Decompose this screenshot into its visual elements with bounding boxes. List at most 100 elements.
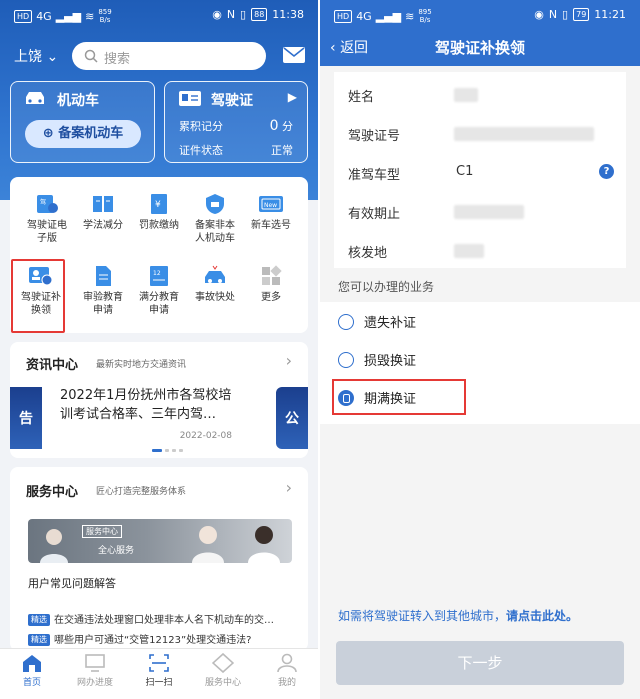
bill-icon: ¥: [151, 194, 167, 214]
headset-person-icon: [40, 529, 68, 563]
chevron-right-icon[interactable]: ›: [286, 351, 292, 370]
service-register-other-vehicle[interactable]: 备案非本 人机动车: [188, 193, 242, 245]
document-icon: [96, 266, 111, 286]
status-time: 11:21: [594, 8, 626, 21]
help-icon[interactable]: ?: [599, 164, 614, 179]
eye-icon: ◉: [212, 8, 222, 21]
status-bar: HD 4G ▂▄▆ ≋ 859 B/s ◉ N ▯ 88 11:38: [0, 0, 318, 30]
chevron-right-icon[interactable]: ›: [286, 478, 292, 497]
search-input[interactable]: 搜索: [72, 42, 266, 70]
news-date: 2022-02-08: [179, 431, 232, 441]
service-full-score-education[interactable]: 12 满分教育 申请: [132, 265, 186, 317]
sim-icon: HD: [14, 9, 33, 23]
score-doc-icon: 12: [150, 266, 168, 286]
search-icon: [84, 49, 98, 63]
info-row-license-number: 驾驶证号: [348, 125, 618, 144]
network-speed: 859 B/s: [98, 8, 112, 24]
home-icon: [23, 655, 41, 672]
bottom-tab-bar: 首页 网办进度 扫一扫 服务中心 我的: [0, 648, 318, 699]
license-info-card: 姓名 驾驶证号 准驾车型 C1? 有效期止 核发地: [334, 72, 626, 268]
transfer-link[interactable]: 请点击此处。: [506, 609, 578, 623]
news-section: 资讯中心 最新实时地方交通资讯 › 告 2022年1月份抚州市各驾校培 训考试合格…: [10, 342, 308, 458]
news-title: 资讯中心: [26, 358, 79, 373]
service-pay-fine[interactable]: ¥ 罚款缴纳: [132, 193, 186, 232]
search-placeholder: 搜索: [104, 52, 131, 67]
service-license-electronic[interactable]: 驾 驾驶证电 子版: [20, 193, 74, 245]
city-selector[interactable]: 上饶 ⌄: [14, 46, 58, 66]
agent-photo-icon: [192, 526, 224, 563]
carousel-dots: [152, 449, 183, 452]
option-damaged-replace[interactable]: 损毁换证: [338, 350, 416, 369]
service-accident[interactable]: 事故快处: [188, 265, 242, 304]
news-headline[interactable]: 2022年1月份抚州市各驾校培 训考试合格率、三年内驾…: [60, 386, 260, 424]
transfer-notice: 如需将驾驶证转入到其他城市，请点击此处。: [338, 609, 579, 623]
network-speed: 895 B/s: [418, 8, 432, 24]
chevron-down-icon: ⌄: [46, 49, 59, 65]
banner-tag: 服务中心: [82, 525, 122, 538]
tab-service-center[interactable]: 服务中心: [198, 653, 248, 688]
new-plate-icon: New: [259, 196, 283, 212]
back-button[interactable]: ‹ 返回: [330, 37, 368, 57]
masked-value: [454, 88, 478, 102]
highlight-frame: [11, 259, 65, 333]
wifi-icon: ≋: [405, 9, 415, 23]
service-center-subtitle: 匠心打造完整服务体系: [96, 487, 187, 497]
tab-home[interactable]: 首页: [7, 653, 57, 688]
nfc-icon: N: [548, 8, 558, 21]
grid-more-icon: [262, 265, 282, 285]
vehicle-card[interactable]: 机动车 ⊕ 备案机动车: [10, 81, 155, 163]
radio-icon: [338, 352, 354, 368]
scan-icon: [149, 654, 169, 672]
tab-me[interactable]: 我的: [262, 653, 312, 688]
banner-text: 全心服务: [98, 546, 135, 556]
book-icon: [93, 196, 113, 212]
tab-scan[interactable]: 扫一扫: [134, 653, 184, 688]
radio-icon: [338, 314, 354, 330]
plus-circle-icon: ⊕: [42, 126, 54, 141]
user-icon: [277, 653, 297, 673]
service-center-title: 服务中心: [26, 485, 79, 500]
eye-icon: ◉: [534, 8, 544, 21]
business-title: 您可以办理的业务: [338, 280, 435, 294]
info-row-expiry: 有效期止: [348, 203, 618, 222]
register-vehicle-button[interactable]: ⊕ 备案机动车: [25, 120, 141, 148]
news-side-image-right: 公: [276, 387, 308, 449]
monitor-icon: [85, 654, 105, 672]
service-more[interactable]: 更多: [244, 265, 298, 304]
license-card-title: 驾驶证: [211, 93, 253, 109]
status-bar: HD 4G ▂▄▆ ≋ 895 B/s ◉ N ▯ 79 11:21: [320, 0, 640, 30]
service-review-education[interactable]: 审验教育 申请: [76, 265, 130, 317]
option-lost-replace[interactable]: 遗失补证: [338, 312, 416, 331]
accident-car-icon: [205, 265, 225, 283]
status-time: 11:38: [272, 8, 304, 21]
signal-label: 4G: [36, 9, 52, 23]
car-icon: [26, 92, 44, 104]
highlight-frame: [332, 379, 466, 415]
tab-progress[interactable]: 网办进度: [70, 653, 120, 688]
info-row-vehicle-class: 准驾车型 C1?: [348, 164, 618, 183]
vehicle-card-title: 机动车: [57, 93, 99, 109]
license-id-icon: 驾: [37, 195, 58, 213]
status-row: 证件状态 正常: [179, 144, 293, 157]
vibrate-icon: ▯: [240, 8, 247, 21]
faq-item[interactable]: 精选 在交通违法处理窗口处理非本人名下机动车的交…: [28, 611, 298, 626]
license-card[interactable]: 驾驶证 ▶ 累积记分 0 分 证件状态 正常: [164, 81, 308, 163]
svg-text:¥: ¥: [155, 200, 161, 210]
service-center-section: 服务中心 匠心打造完整服务体系 › 服务中心 全心服务 用户常见问题解答 精选在…: [10, 467, 308, 651]
masked-value: [454, 244, 484, 258]
license-status-value: 正常: [271, 144, 293, 157]
service-study-reduce[interactable]: 学法减分: [76, 193, 130, 232]
mail-icon[interactable]: [283, 47, 305, 63]
masked-value: [454, 127, 594, 141]
signal-icon: ▂▄▆: [375, 9, 402, 23]
faq-title: 用户常见问题解答: [28, 577, 116, 590]
faq-item[interactable]: 精选 哪些用户可通过“交管12123”处理交通违法?: [28, 631, 298, 646]
chevron-right-icon: ▶: [287, 90, 297, 104]
svg-text:驾: 驾: [40, 198, 46, 206]
svg-text:12: 12: [153, 270, 161, 277]
signal-icon: ▂▄▆: [55, 9, 82, 23]
masked-value: [454, 205, 524, 219]
service-new-plate[interactable]: New 新车选号: [244, 193, 298, 232]
next-button[interactable]: 下一步: [336, 641, 624, 685]
service-banner[interactable]: 服务中心 全心服务: [28, 519, 292, 563]
